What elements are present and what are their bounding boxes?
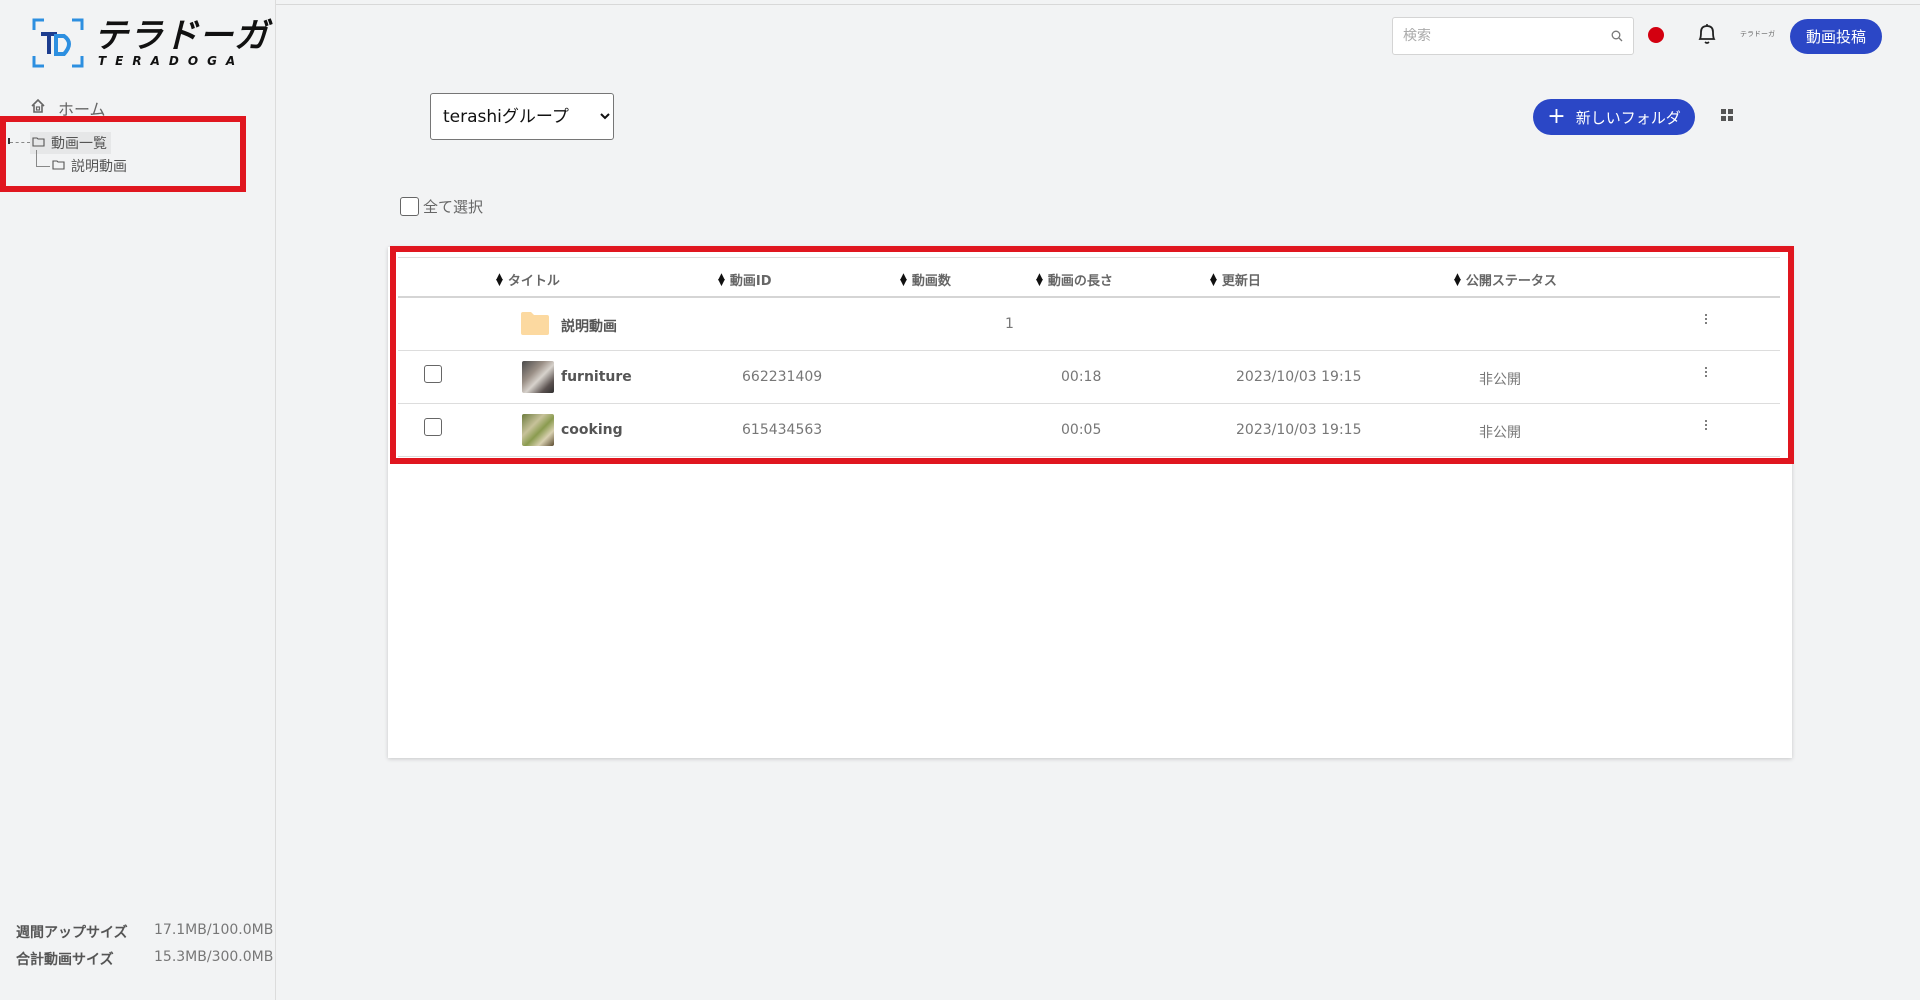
usage-value: 15.3MB/300.0MB <box>154 949 274 965</box>
select-all[interactable]: 全て選択 <box>400 196 483 217</box>
top-border <box>0 0 1920 5</box>
tree-expander[interactable] <box>8 138 13 144</box>
group-select[interactable]: terashiグループ <box>430 93 614 140</box>
search-input[interactable] <box>1403 28 1611 44</box>
usage-label: 合計動画サイズ <box>16 952 114 968</box>
folder-icon <box>32 135 45 151</box>
tree-connector <box>10 142 30 143</box>
avatar-label: テラドーガ <box>1740 30 1775 38</box>
usage-total: 合計動画サイズ 15.3MB/300.0MB <box>16 949 273 969</box>
tree-item-video-list[interactable]: 動画一覧 <box>30 132 111 154</box>
sidebar: テラドーガ TERADOGA ホーム 動画一覧 説明動画 週間アップサイズ 17… <box>0 0 276 1000</box>
tree-connector <box>36 166 50 167</box>
storage-usage: 週間アップサイズ 17.1MB/100.0MB 合計動画サイズ 15.3MB/3… <box>16 922 273 976</box>
grid-view-icon[interactable] <box>1721 109 1733 121</box>
logo-mark-icon <box>32 18 84 68</box>
app-logo[interactable]: テラドーガ TERADOGA <box>32 18 269 68</box>
usage-label: 週間アップサイズ <box>16 925 128 941</box>
bell-icon[interactable] <box>1696 22 1718 50</box>
logo-title: テラドーガ <box>94 16 269 56</box>
tree-item-explainer[interactable]: 説明動画 <box>52 156 127 176</box>
home-icon <box>30 98 46 118</box>
upload-video-button[interactable]: 動画投稿 <box>1790 19 1882 54</box>
search-box[interactable] <box>1392 17 1634 55</box>
folder-icon <box>52 158 65 174</box>
usage-weekly: 週間アップサイズ 17.1MB/100.0MB <box>16 922 273 942</box>
logo-subtitle: TERADOGA <box>98 54 245 68</box>
record-status-icon[interactable] <box>1648 27 1664 43</box>
select-all-checkbox[interactable] <box>400 197 419 216</box>
search-icon[interactable] <box>1611 27 1623 46</box>
select-all-label: 全て選択 <box>423 198 484 216</box>
tree-item-label: 動画一覧 <box>51 136 107 152</box>
tree-item-label: 説明動画 <box>71 159 127 175</box>
new-folder-button[interactable]: + 新しいフォルダ <box>1533 99 1695 135</box>
new-folder-label: 新しいフォルダ <box>1575 108 1681 127</box>
tree-connector <box>36 150 37 166</box>
avatar[interactable]: テラドーガ <box>1740 29 1775 39</box>
table-highlight <box>390 246 1794 464</box>
plus-icon: + <box>1547 104 1566 129</box>
folder-tree-highlight: 動画一覧 説明動画 <box>0 116 246 192</box>
usage-value: 17.1MB/100.0MB <box>154 922 274 938</box>
